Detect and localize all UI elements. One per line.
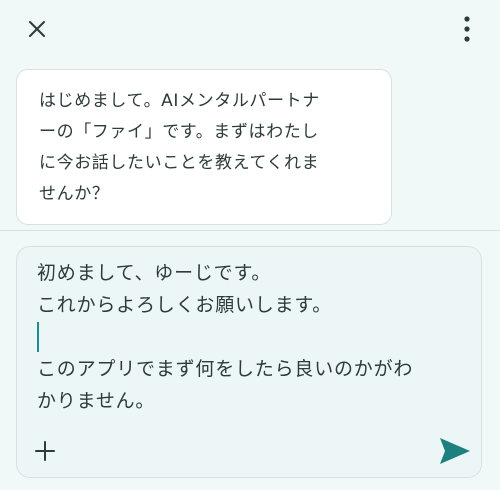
more-options-button[interactable] <box>452 12 482 46</box>
plus-icon <box>35 441 55 461</box>
message-line: に今お話したいことを教えてくれま <box>39 153 320 173</box>
message-input[interactable]: 初めまして、ゆーじです。 これからよろしくお願いします。 このアプリでまず何をし… <box>37 257 467 417</box>
message-composer[interactable]: 初めまして、ゆーじです。 これからよろしくお願いします。 このアプリでまず何をし… <box>16 246 482 478</box>
input-line-caret <box>37 321 467 353</box>
add-attachment-button[interactable] <box>31 437 59 465</box>
message-line: ーの「ファイ」です。まずはわたし <box>39 122 319 142</box>
input-line: 初めまして、ゆーじです。 <box>37 262 272 284</box>
close-button[interactable] <box>22 14 52 44</box>
input-line: これからよろしくお願いします。 <box>37 294 333 316</box>
input-line: このアプリでまず何をしたら良いのかがわ <box>37 358 414 380</box>
assistant-message-bubble: はじめまして。AIメンタルパートナ ーの「ファイ」です。まずはわたし に今お話し… <box>16 69 392 225</box>
send-icon <box>440 438 470 464</box>
message-line: せんか？ <box>39 184 110 204</box>
message-line: はじめまして。AIメンタルパートナ <box>39 91 320 111</box>
close-icon <box>29 21 45 37</box>
text-caret <box>37 322 39 352</box>
input-line: かりません。 <box>37 390 156 412</box>
send-button[interactable] <box>437 433 473 469</box>
more-vertical-icon <box>464 16 470 42</box>
divider <box>0 230 500 231</box>
top-bar <box>0 0 500 56</box>
